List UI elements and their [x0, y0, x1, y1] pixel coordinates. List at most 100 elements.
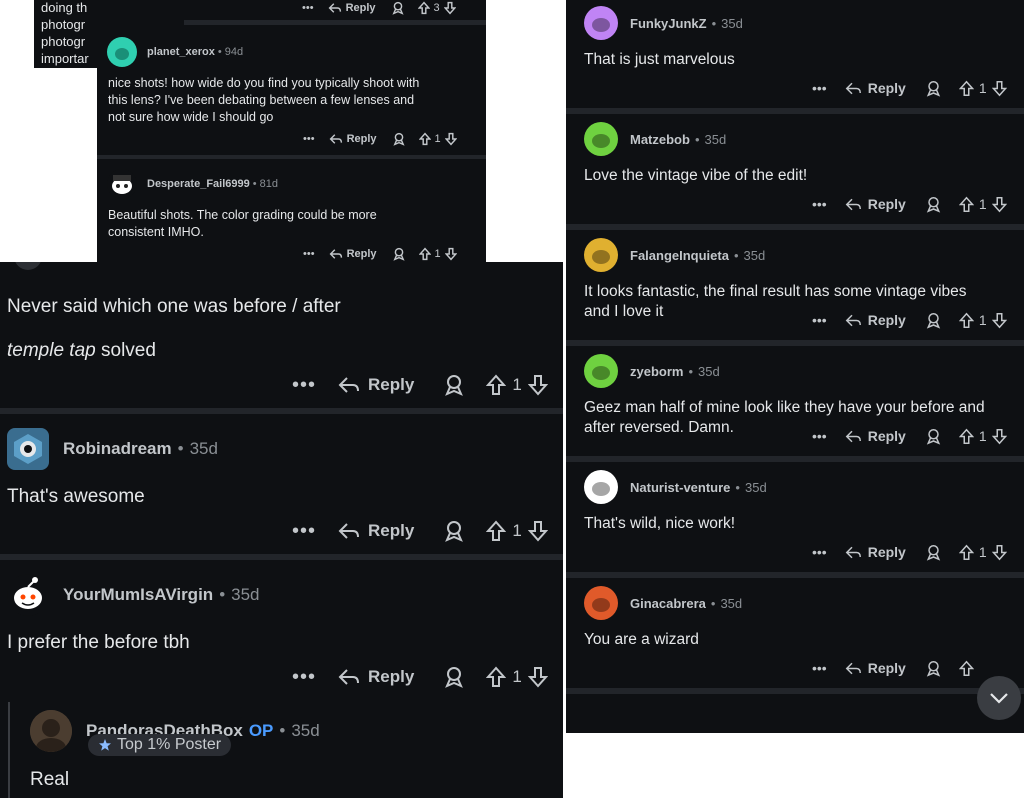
avatar[interactable] [584, 470, 618, 504]
reply-button[interactable]: Reply [845, 80, 906, 96]
reply-arrow-icon [845, 430, 861, 442]
reply-button[interactable]: Reply [338, 521, 414, 541]
award-button[interactable] [444, 666, 464, 688]
award-button[interactable] [926, 312, 941, 329]
avatar[interactable] [7, 574, 49, 616]
scroll-down-button[interactable] [977, 676, 1021, 720]
upvote-arrow-icon [958, 428, 974, 444]
separator [566, 340, 1024, 346]
username[interactable]: FalangeInquieta [630, 248, 729, 263]
reply-button[interactable]: Reply [845, 544, 906, 560]
avatar[interactable] [584, 586, 618, 620]
reply-button[interactable]: Reply [329, 248, 377, 260]
downvote-button[interactable] [444, 132, 457, 146]
reply-button[interactable]: Reply [338, 667, 414, 687]
upvote-button[interactable] [417, 1, 430, 15]
username[interactable]: FunkyJunkZ [630, 16, 707, 31]
comment-age: 35d [291, 721, 320, 740]
award-button[interactable] [444, 374, 464, 396]
award-button[interactable] [926, 544, 941, 561]
comment-text: That's awesome [7, 486, 145, 507]
reply-button[interactable]: Reply [845, 428, 906, 444]
award-button[interactable] [926, 660, 941, 677]
reply-button[interactable]: Reply [338, 375, 414, 395]
upvote-button[interactable] [958, 312, 974, 329]
upvote-button[interactable] [486, 520, 507, 542]
avatar[interactable] [584, 122, 618, 156]
more-options-icon[interactable]: ••• [812, 544, 827, 560]
downvote-button[interactable] [443, 1, 456, 15]
avatar[interactable] [30, 710, 72, 752]
top-poster-badge: Top 1% Poster [88, 734, 232, 756]
upvote-button[interactable] [958, 428, 974, 445]
username[interactable]: YourMumIsAVirgin [63, 585, 213, 605]
comment-actions: ••• Reply 1 [292, 372, 548, 398]
more-options-icon[interactable]: ••• [812, 428, 827, 444]
upvote-button[interactable] [418, 132, 431, 146]
upvote-button[interactable] [418, 247, 431, 261]
username[interactable]: planet_xerox [147, 46, 215, 58]
downvote-button[interactable] [444, 247, 457, 261]
more-options-icon[interactable]: ••• [812, 80, 827, 96]
more-options-icon[interactable]: ••• [302, 2, 314, 14]
downvote-button[interactable] [991, 544, 1007, 561]
reply-arrow-icon [338, 669, 360, 685]
reply-button[interactable]: Reply [329, 133, 377, 145]
downvote-arrow-icon [991, 544, 1007, 560]
upvote-button[interactable] [958, 80, 974, 97]
separator-dot: • [177, 439, 184, 458]
upvote-button[interactable] [486, 666, 507, 688]
downvote-button[interactable] [527, 666, 548, 688]
username[interactable]: Ginacabrera [630, 596, 706, 611]
comment-text: Beautiful shots. The color grading could… [108, 207, 377, 241]
award-button[interactable] [926, 196, 941, 213]
more-options-icon[interactable]: ••• [303, 133, 315, 145]
more-options-icon[interactable]: ••• [812, 196, 827, 212]
avatar[interactable] [584, 354, 618, 388]
award-button[interactable] [392, 132, 405, 146]
comment-age: 35d [720, 595, 743, 611]
downvote-button[interactable] [991, 312, 1007, 329]
award-button[interactable] [392, 247, 405, 261]
username[interactable]: Matzebob [630, 132, 690, 147]
upvote-button[interactable] [958, 196, 974, 213]
award-button[interactable] [926, 428, 941, 445]
award-button[interactable] [926, 80, 941, 97]
comment-line: You are a wizard [584, 631, 699, 648]
reply-arrow-icon [329, 249, 342, 259]
avatar[interactable] [584, 6, 618, 40]
more-options-icon[interactable]: ••• [292, 374, 316, 397]
award-icon [391, 1, 404, 15]
upvote-button[interactable] [486, 374, 507, 396]
username[interactable]: Robinadream [63, 439, 172, 459]
reply-button[interactable]: Reply [328, 2, 376, 14]
comment-header: YourMumIsAVirgin • 35d [7, 574, 260, 616]
reply-button[interactable]: Reply [845, 196, 906, 212]
upvote-button[interactable] [958, 544, 974, 561]
avatar[interactable] [7, 428, 49, 470]
more-options-icon[interactable]: ••• [812, 660, 827, 676]
downvote-button[interactable] [991, 80, 1007, 97]
reply-button[interactable]: Reply [845, 312, 906, 328]
username[interactable]: zyeborm [630, 364, 683, 379]
reply-arrow-icon [338, 523, 360, 539]
downvote-button[interactable] [991, 428, 1007, 445]
downvote-button[interactable] [991, 196, 1007, 213]
award-button[interactable] [391, 1, 404, 15]
avatar[interactable] [107, 37, 137, 67]
more-options-icon[interactable]: ••• [812, 312, 827, 328]
award-button[interactable] [444, 520, 464, 542]
downvote-button[interactable] [527, 374, 548, 396]
upvote-button[interactable] [958, 660, 974, 677]
reply-button[interactable]: Reply [845, 660, 906, 676]
avatar[interactable] [107, 169, 137, 199]
username[interactable]: Naturist-venture [630, 480, 730, 495]
upvote-arrow-icon [486, 520, 507, 541]
more-options-icon[interactable]: ••• [303, 248, 315, 260]
more-options-icon[interactable]: ••• [292, 520, 316, 543]
comment-text: Love the vintage vibe of the edit! [584, 166, 807, 186]
more-options-icon[interactable]: ••• [292, 666, 316, 689]
avatar[interactable] [584, 238, 618, 272]
downvote-button[interactable] [527, 520, 548, 542]
username[interactable]: Desperate_Fail6999 [147, 178, 250, 190]
